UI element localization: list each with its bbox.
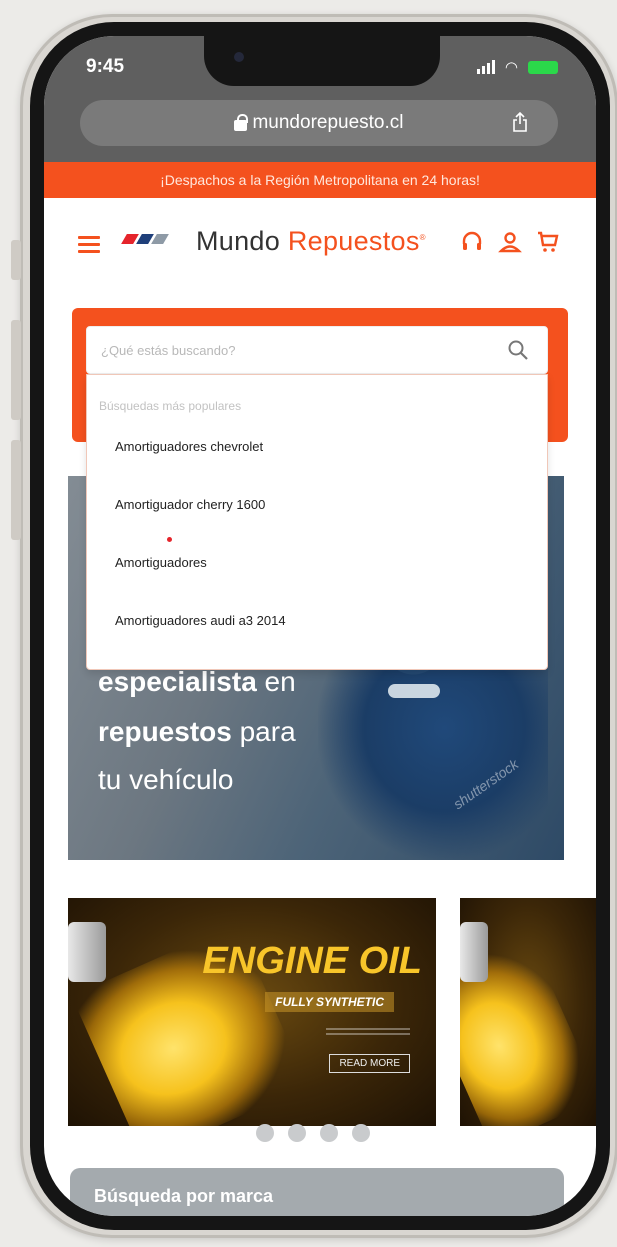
carousel-dot[interactable]: [288, 1124, 306, 1142]
battery-icon: [528, 60, 558, 74]
user-icon[interactable]: [498, 230, 522, 254]
logo-registered-mark: ®: [419, 233, 426, 242]
next-banner-preview[interactable]: [460, 898, 596, 1126]
search-icon[interactable]: [507, 339, 529, 361]
suggestion-item[interactable]: Amortiguadores audi a3 2014: [115, 613, 286, 628]
hero-light-shape: [388, 684, 440, 698]
suggestion-item[interactable]: Amortiguadores: [115, 555, 207, 570]
search-suggestions-dropdown: Búsquedas más populares Amortiguadores c…: [86, 374, 548, 670]
promo-banner: ¡Despachos a la Región Metropolitana en …: [44, 162, 596, 198]
cart-icon[interactable]: [536, 230, 560, 254]
logo-text-mundo: Mundo: [196, 226, 288, 256]
hero-line-1-rest: en: [256, 666, 296, 697]
oil-can-image: [68, 922, 106, 982]
logo-text-repuestos: Repuestos: [287, 226, 420, 256]
carousel-dot[interactable]: [320, 1124, 338, 1142]
search-placeholder: ¿Qué estás buscando?: [101, 343, 236, 358]
hero-line-1-bold: especialista: [98, 666, 257, 697]
phone-mute-switch: [11, 240, 21, 280]
hero-line-1: especialista en: [98, 666, 296, 698]
menu-icon[interactable]: [78, 236, 100, 253]
phone-volume-up-button: [11, 320, 21, 420]
touch-indicator: [167, 537, 172, 542]
url-text: mundorepuesto.cl: [252, 112, 404, 133]
popular-searches-heading: Búsquedas más populares: [99, 399, 242, 413]
search-input[interactable]: ¿Qué estás buscando?: [86, 326, 548, 374]
logo-mark-icon[interactable]: [121, 234, 169, 244]
share-icon[interactable]: [512, 112, 528, 132]
brand-search-section[interactable]: Búsqueda por marca: [70, 1168, 564, 1216]
hero-line-3: tu vehículo: [98, 764, 234, 795]
read-more-button[interactable]: READ MORE: [329, 1054, 410, 1073]
site-logo[interactable]: Mundo Repuestos®: [196, 226, 426, 257]
engine-oil-banner[interactable]: ENGINE OIL FULLY SYNTHETIC READ MORE: [68, 898, 436, 1126]
carousel-dot[interactable]: [352, 1124, 370, 1142]
suggestion-item[interactable]: Amortiguador cherry 1600: [115, 497, 265, 512]
site-header: Mundo Repuestos®: [44, 198, 596, 278]
front-camera: [234, 52, 244, 62]
address-bar[interactable]: mundorepuesto.cl: [80, 100, 558, 146]
hero-line-2-rest: para: [231, 716, 296, 747]
suggestion-item[interactable]: Amortiguadores chevrolet: [115, 439, 263, 454]
phone-volume-down-button: [11, 440, 21, 540]
brand-search-title: Búsqueda por marca: [94, 1186, 274, 1206]
carousel-dots: [256, 1124, 370, 1142]
wifi-icon: ◠: [504, 58, 518, 76]
hero-line-2-bold: repuestos: [98, 716, 232, 747]
banner-title: ENGINE OIL: [202, 940, 422, 982]
status-time: 9:45: [86, 56, 125, 77]
notch: [204, 36, 440, 86]
phone-screen: 9:45 ◠ mundorepuesto.cl ¡Despachos a la …: [44, 36, 596, 1216]
lock-icon: [234, 113, 249, 131]
oil-can-image: [460, 922, 488, 982]
header-icons: [460, 230, 560, 254]
banner-subtitle: FULLY SYNTHETIC: [265, 992, 394, 1012]
headset-icon[interactable]: [460, 230, 484, 254]
hero-line-2: repuestos para: [98, 716, 296, 748]
status-icons: ◠: [476, 58, 558, 76]
carousel-dot[interactable]: [256, 1124, 274, 1142]
banner-fine-print: [326, 1028, 410, 1038]
signal-icon: [476, 60, 495, 74]
